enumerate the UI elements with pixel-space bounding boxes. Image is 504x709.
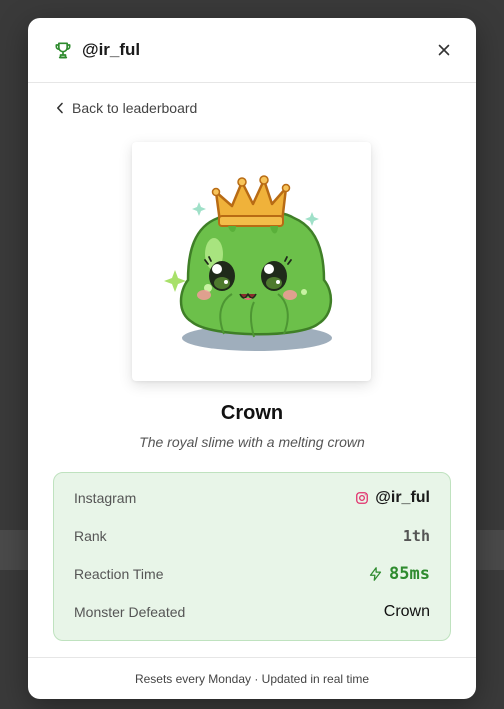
instagram-link[interactable]: @ir_ful: [355, 489, 430, 507]
reaction-time-display: 85ms: [368, 564, 430, 584]
reaction-time-value: 85ms: [389, 564, 430, 584]
monster-name: Crown: [220, 402, 284, 424]
rank-value: 1th: [402, 527, 430, 545]
stat-row-instagram: Instagram @ir_ful: [74, 479, 430, 517]
footer-text: Resets every Monday · Updated in real ti…: [134, 671, 370, 686]
stat-row-monster-defeated: Monster Defeated Crown: [74, 593, 430, 631]
lightning-icon: [369, 567, 382, 581]
back-to-leaderboard-link[interactable]: Back to leaderboard: [56, 100, 197, 116]
modal-title: @ir_ful: [82, 40, 141, 59]
modal-header: @ir_ful: [28, 18, 476, 83]
trophy-icon: [52, 39, 74, 61]
instagram-value: @ir_ful: [375, 489, 430, 506]
monster-defeated-label: Monster Defeated: [74, 604, 186, 620]
stat-row-reaction-time: Reaction Time 85ms: [74, 555, 430, 593]
monster-defeated-value: Crown: [383, 603, 430, 620]
rank-label: Rank: [74, 528, 107, 544]
back-link-label: Back to leaderboard: [72, 100, 198, 116]
instagram-label: Instagram: [74, 490, 137, 506]
instagram-icon: [356, 492, 369, 504]
close-icon: [438, 44, 450, 56]
close-button[interactable]: [430, 36, 458, 64]
monster-description: The royal slime with a melting crown: [139, 434, 365, 450]
profile-modal: @ir_ful Back to leaderboard Crown The ro…: [28, 18, 476, 699]
stat-row-rank: Rank 1th: [74, 517, 430, 555]
monster-image-card: [132, 142, 371, 381]
stats-panel: Instagram @ir_ful Rank 1th Reaction Time…: [53, 472, 451, 641]
modal-footer: Resets every Monday · Updated in real ti…: [28, 657, 476, 699]
reaction-time-label: Reaction Time: [74, 566, 164, 582]
chevron-left-icon: [56, 102, 63, 114]
slime-monster-image: [164, 175, 332, 351]
